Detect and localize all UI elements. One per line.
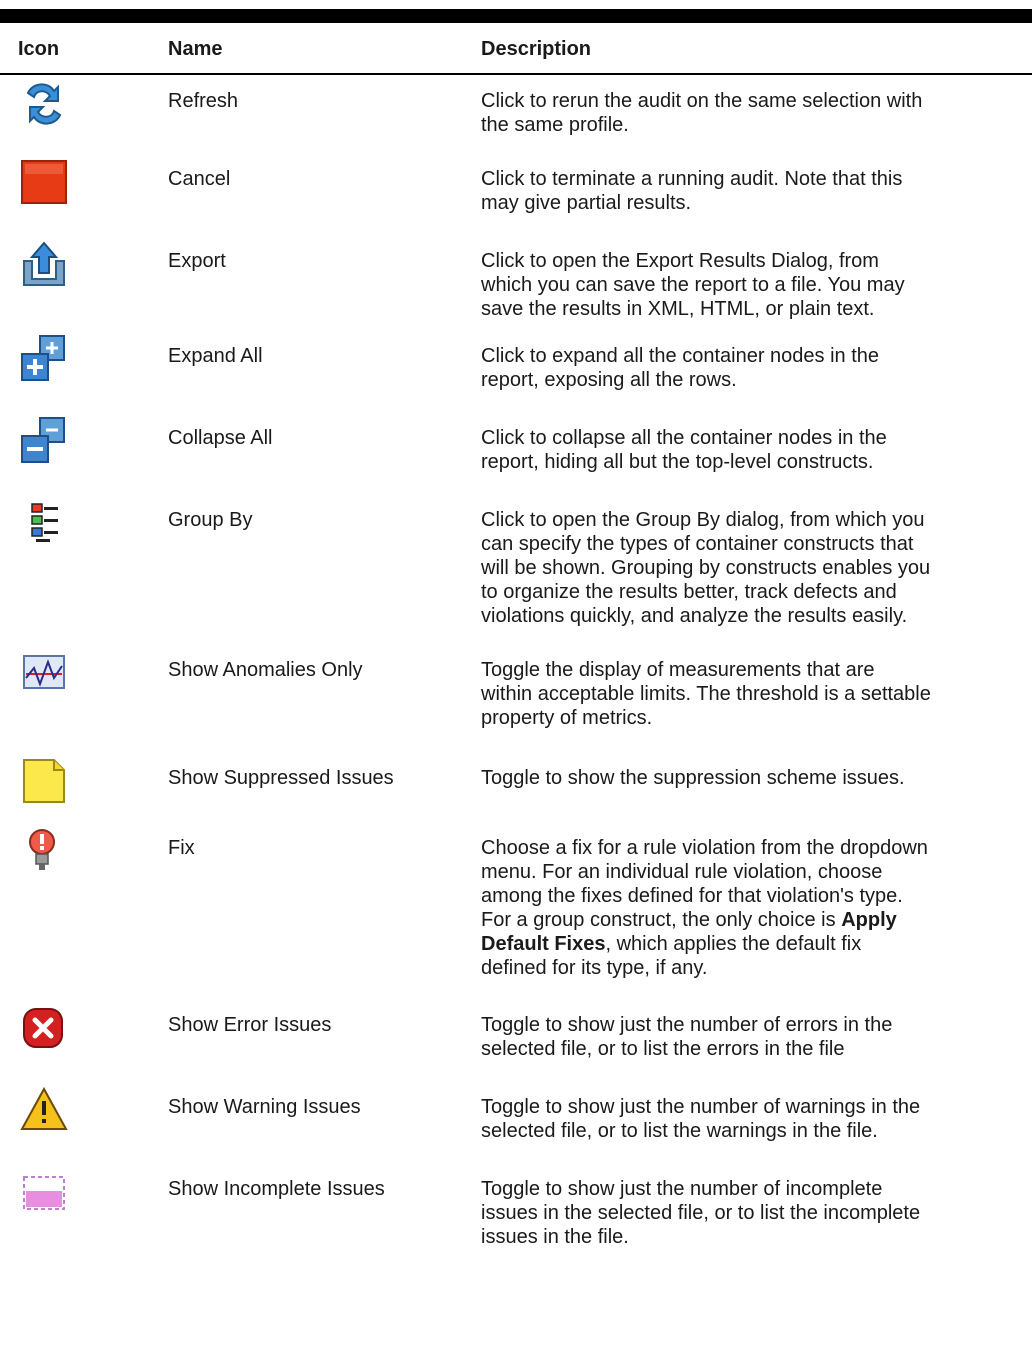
row-description: Toggle the display of measurements that … (481, 658, 1029, 730)
description-line: Click to open the Export Results Dialog,… (481, 250, 879, 272)
description-line: report, hiding all but the top-level con… (481, 451, 874, 473)
export-icon (18, 239, 72, 289)
row-description: Toggle to show the suppression scheme is… (481, 766, 1029, 790)
row-description: Click to rerun the audit on the same sel… (481, 89, 1029, 137)
description-line: which you can save the report to a file.… (481, 274, 905, 296)
row-description: Toggle to show just the number of warnin… (481, 1095, 1029, 1143)
row-description: Click to terminate a running audit. Note… (481, 167, 1029, 215)
row-description: Click to open the Export Results Dialog,… (481, 249, 1029, 321)
incomplete-icon (18, 1167, 72, 1217)
table-row: Group By Click to open the Group By dialo… (0, 494, 1032, 644)
table-row: Export Click to open the Export Results D… (0, 235, 1032, 330)
row-description: Click to open the Group By dialog, from … (481, 508, 1029, 628)
row-name: Show Error Issues (168, 1014, 332, 1036)
description-line: Toggle to show just the number of warnin… (481, 1096, 921, 1118)
anomalies-chart-icon (18, 648, 72, 698)
table-row: Refresh Click to rerun the audit on the s… (0, 75, 1032, 153)
table-row: Expand All Click to expand all the contai… (0, 330, 1032, 412)
row-name: Fix (168, 837, 195, 859)
table-row: Cancel Click to terminate a running audit… (0, 153, 1032, 235)
collapse-all-icon (18, 416, 72, 466)
description-line: can specify the types of container const… (481, 533, 914, 555)
row-description: Click to expand all the container nodes … (481, 344, 1029, 392)
description-line: Click to rerun the audit on the same sel… (481, 90, 923, 112)
row-name: Show Incomplete Issues (168, 1178, 385, 1200)
description-line: save the results in XML, HTML, or plain … (481, 298, 875, 320)
row-name: Group By (168, 509, 253, 531)
description-line: issues in the file. (481, 1226, 629, 1248)
row-name: Show Suppressed Issues (168, 767, 394, 789)
description-line: Click to expand all the container nodes … (481, 345, 880, 367)
row-name: Show Anomalies Only (168, 659, 363, 681)
note-icon (18, 756, 72, 806)
description-line: selected file, or to list the warnings i… (481, 1120, 878, 1142)
warning-icon (18, 1085, 72, 1135)
description-line: Click to open the Group By dialog, from … (481, 509, 925, 531)
description-line: Choose a fix for a rule violation from t… (481, 837, 928, 859)
description-line: Click to terminate a running audit. Note… (481, 168, 903, 190)
cancel-icon (18, 157, 72, 207)
description-line: Toggle to show just the number of errors… (481, 1014, 893, 1036)
description-line: selected file, or to list the errors in … (481, 1038, 845, 1060)
header-icon: Icon (18, 38, 60, 60)
icon-table: Icon Name Description Refresh Click to re… (0, 23, 1032, 1258)
description-line: Click to collapse all the container node… (481, 427, 887, 449)
description-line: Toggle the display of measurements that … (481, 659, 875, 681)
row-name: Expand All (168, 345, 263, 367)
row-description: Toggle to show just the number of errors… (481, 1013, 1029, 1061)
description-line: Toggle to show the suppression scheme is… (481, 767, 905, 789)
row-name: Show Warning Issues (168, 1096, 361, 1118)
description-line: violations quickly, and analyze the resu… (481, 605, 908, 627)
lightbulb-icon (18, 826, 72, 876)
description-line: the same profile. (481, 114, 629, 136)
description-line: report, exposing all the rows. (481, 369, 737, 391)
description-line: will be shown. Grouping by constructs en… (481, 557, 931, 579)
error-icon (18, 1003, 72, 1053)
row-name: Collapse All (168, 427, 273, 449)
description-line: among the fixes defined for that violati… (481, 885, 903, 907)
row-description: Click to collapse all the container node… (481, 426, 1029, 474)
description-line: Toggle to show just the number of incomp… (481, 1178, 883, 1200)
expand-all-icon (18, 334, 72, 384)
description-line: to organize the results better, track de… (481, 581, 897, 603)
top-rule (0, 9, 1032, 23)
group-by-icon (18, 498, 72, 548)
table-row: Show Incomplete Issues Toggle to show jus… (0, 1163, 1032, 1258)
table-row: Show Warning Issues Toggle to show just t… (0, 1081, 1032, 1163)
table-row: Fix Choose a fix for a rule violation fro… (0, 822, 1032, 999)
description-line: defined for its type, if any. (481, 957, 708, 979)
description-line: issues in the selected file, or to list … (481, 1202, 921, 1224)
description-line: For a group construct, the only choice i… (481, 909, 897, 931)
description-line: property of metrics. (481, 707, 653, 729)
header-name: Name (168, 38, 223, 60)
row-name: Cancel (168, 168, 231, 190)
row-description: Toggle to show just the number of incomp… (481, 1177, 1029, 1249)
description-line: Default Fixes, which applies the default… (481, 933, 862, 955)
row-name: Export (168, 250, 226, 272)
row-name: Refresh (168, 90, 239, 112)
header-description: Description (481, 38, 592, 60)
table-header: Icon Name Description (0, 23, 1032, 75)
description-line: menu. For an individual rule violation, … (481, 861, 883, 883)
description-line: within acceptable limits. The threshold … (481, 683, 931, 705)
table-row: Collapse All Click to collapse all the co… (0, 412, 1032, 494)
refresh-icon (18, 79, 72, 129)
table-row: Show Suppressed Issues Toggle to show the… (0, 752, 1032, 822)
row-description: Choose a fix for a rule violation from t… (481, 836, 1029, 980)
description-line: may give partial results. (481, 192, 692, 214)
table-body: Refresh Click to rerun the audit on the s… (0, 75, 1032, 1258)
table-row: Show Anomalies Only Toggle the display of… (0, 644, 1032, 752)
table-row: Show Error Issues Toggle to show just the… (0, 999, 1032, 1081)
